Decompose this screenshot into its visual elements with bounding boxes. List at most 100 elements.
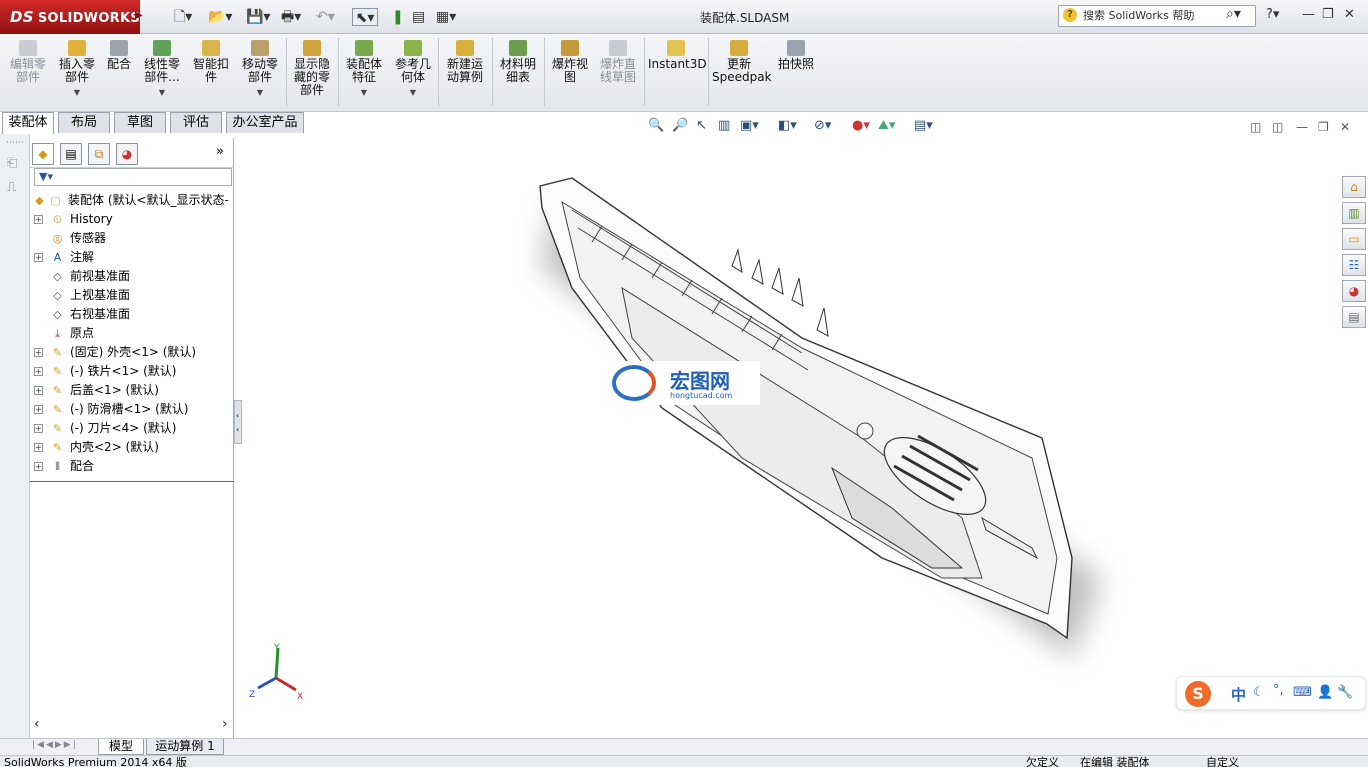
new-document-icon[interactable]: 🗋▾ [174, 8, 192, 26]
tree-item[interactable]: + ✎ 后盖<1> (默认) [30, 381, 234, 400]
scroll-left-icon[interactable]: ‹ [34, 716, 40, 732]
rollback-bar[interactable] [30, 481, 234, 482]
tree-item[interactable]: ◇ 前视基准面 [30, 267, 234, 286]
restore-icon[interactable]: ❐ [1322, 7, 1334, 22]
instant3d-button[interactable]: Instant3D [648, 40, 707, 71]
component-icon[interactable]: ⎗ [7, 156, 17, 171]
select-pointer-icon[interactable]: ⬉▾ [352, 8, 378, 26]
tree-item[interactable]: + ✎ (-) 刀片<4> (默认) [30, 419, 234, 438]
tree-item[interactable]: + ✎ (-) 铁片<1> (默认) [30, 362, 234, 381]
zoom-to-fit-icon[interactable]: 🔍 [648, 118, 664, 133]
help-menu-icon[interactable]: ?▾ [1266, 7, 1279, 22]
solidworks-logo[interactable]: DS SOLIDWORKS [0, 0, 140, 34]
ime-settings-icon[interactable]: 🔧 [1337, 685, 1353, 700]
tab-motion-study-1[interactable]: 运动算例 1 [146, 739, 224, 755]
undo-icon[interactable]: ↶▾ [316, 8, 335, 26]
dynamic-annotation-icon[interactable]: ▣▾ [740, 118, 759, 133]
tree-item[interactable]: + ✎ 内壳<2> (默认) [30, 438, 234, 457]
edit-component-button[interactable]: 编辑零部件 [6, 40, 50, 84]
chevron-down-icon[interactable]: ▼ [238, 86, 282, 99]
chevron-down-icon[interactable]: ▼ [342, 86, 386, 99]
property-manager-tab-icon[interactable]: ▤ [60, 143, 82, 165]
scroll-right-icon[interactable]: › [222, 716, 228, 732]
appearances-icon[interactable]: ◕ [1342, 280, 1366, 302]
tree-item[interactable]: + ✎ (-) 防滑槽<1> (默认) [30, 400, 234, 419]
pulse-icon[interactable]: ⎍ [7, 180, 16, 195]
chevron-down-icon[interactable]: ▼ [392, 86, 434, 99]
tree-item[interactable]: ◇ 右视基准面 [30, 305, 234, 324]
insert-component-button[interactable]: 插入零部件 ▼ [56, 40, 98, 99]
panel-splitter[interactable]: ‹ ‹ [234, 400, 242, 444]
view-palette-icon[interactable]: ☷ [1342, 254, 1366, 276]
update-speedpak-button[interactable]: 更新Speedpak [712, 40, 772, 84]
status-units[interactable]: 自定义 [1206, 756, 1239, 767]
view-settings-icon[interactable]: ▤▾ [914, 118, 933, 133]
new-motion-study-button[interactable]: 新建运动算例 [442, 40, 488, 84]
move-component-button[interactable]: 移动零部件 ▼ [238, 40, 282, 99]
viewport-minimize-icon[interactable]: — [1296, 120, 1308, 134]
tree-root-assembly[interactable]: ◆ ▢ 装配体 (默认<默认_显示状态- [30, 191, 234, 210]
expand-plus-icon[interactable]: + [34, 367, 43, 376]
feature-filter-input[interactable]: ▼▾ [34, 168, 232, 186]
feature-tree-tab-icon[interactable]: ◆ [32, 143, 54, 165]
ime-moon-icon[interactable]: ☾ [1253, 685, 1265, 700]
expand-plus-icon[interactable]: + [34, 443, 43, 452]
print-icon[interactable]: 🖶▾ [281, 8, 301, 26]
close-icon[interactable]: ✕ [1344, 7, 1355, 22]
expand-plus-icon[interactable]: + [34, 386, 43, 395]
options-icon[interactable]: ▦▾ [436, 8, 456, 26]
feature-tree-scrollbar[interactable]: ‹ › [30, 716, 234, 734]
custom-properties-icon[interactable]: ▤ [1342, 306, 1366, 328]
take-snapshot-button[interactable]: 拍快照 [774, 40, 818, 71]
expand-plus-icon[interactable]: + [34, 348, 43, 357]
tile-vertical-icon[interactable]: ◫ [1272, 120, 1283, 134]
tree-item[interactable]: ⤓ 原点 [30, 324, 234, 343]
section-view-icon[interactable]: ▥ [718, 118, 730, 133]
tab-scroll-arrows-icon[interactable]: |◀◀▶▶| [32, 740, 96, 754]
tree-item[interactable]: + A 注解 [30, 248, 234, 267]
tree-item[interactable]: + ⫴ 配合 [30, 457, 234, 476]
mate-button[interactable]: 配合 [104, 40, 134, 71]
rebuild-icon[interactable]: ❚ [392, 8, 404, 26]
file-explorer-icon[interactable]: ▭ [1342, 228, 1366, 250]
exploded-view-button[interactable]: 爆炸视图 [548, 40, 592, 84]
expand-plus-icon[interactable]: + [34, 405, 43, 414]
search-icon[interactable]: ⌕▾ [1226, 6, 1241, 22]
design-library-icon[interactable]: ▥ [1342, 202, 1366, 224]
assembly-features-button[interactable]: 装配体特征 ▼ [342, 40, 386, 99]
tile-horizontal-icon[interactable]: ◫ [1250, 120, 1261, 134]
apply-scene-icon[interactable]: ⛰▾ [878, 118, 895, 133]
file-properties-icon[interactable]: ▤ [412, 8, 425, 26]
zoom-to-area-icon[interactable]: 🔎 [672, 118, 688, 133]
ime-user-icon[interactable]: 👤 [1317, 685, 1333, 700]
tree-item[interactable]: ◎ 传感器 [30, 229, 234, 248]
ime-keyboard-icon[interactable]: ⌨ [1293, 685, 1312, 700]
explode-line-sketch-button[interactable]: 爆炸直线草图 [596, 40, 640, 84]
ime-punctuation-icon[interactable]: °, [1273, 683, 1284, 698]
previous-view-icon[interactable]: ↖ [696, 118, 707, 133]
tree-item[interactable]: ◇ 上视基准面 [30, 286, 234, 305]
reference-geometry-button[interactable]: 参考几何体 ▼ [392, 40, 434, 99]
save-icon[interactable]: 💾▾ [246, 8, 270, 26]
tab-model[interactable]: 模型 [98, 739, 144, 755]
solidworks-resources-icon[interactable]: ⌂ [1342, 176, 1366, 198]
expand-plus-icon[interactable]: + [34, 215, 43, 224]
display-style-icon[interactable]: ⊘▾ [814, 118, 831, 133]
expand-plus-icon[interactable]: + [34, 462, 43, 471]
show-hidden-components-button[interactable]: 显示隐藏的零部件 [290, 40, 334, 97]
tab-layout[interactable]: 布局 [58, 112, 110, 133]
linear-pattern-button[interactable]: 线性零部件... ▼ [140, 40, 184, 99]
tab-sketch[interactable]: 草图 [114, 112, 166, 133]
expand-panel-icon[interactable]: » [216, 144, 224, 159]
edit-appearance-icon[interactable]: ●▾ [852, 118, 870, 133]
open-document-icon[interactable]: 📂▾ [208, 8, 232, 26]
chevron-down-icon[interactable]: ▼ [140, 86, 184, 99]
chevron-down-icon[interactable]: ▼ [56, 86, 98, 99]
viewport-close-icon[interactable]: ✕ [1340, 120, 1350, 134]
menu-pin-icon[interactable]: ▶ [135, 10, 143, 21]
tab-assembly[interactable]: 装配体 [2, 112, 54, 134]
view-orientation-icon[interactable]: ◧▾ [778, 118, 797, 133]
tab-office-products[interactable]: 办公室产品 [226, 112, 304, 133]
minimize-icon[interactable]: — [1302, 7, 1315, 22]
tab-evaluate[interactable]: 评估 [170, 112, 222, 133]
